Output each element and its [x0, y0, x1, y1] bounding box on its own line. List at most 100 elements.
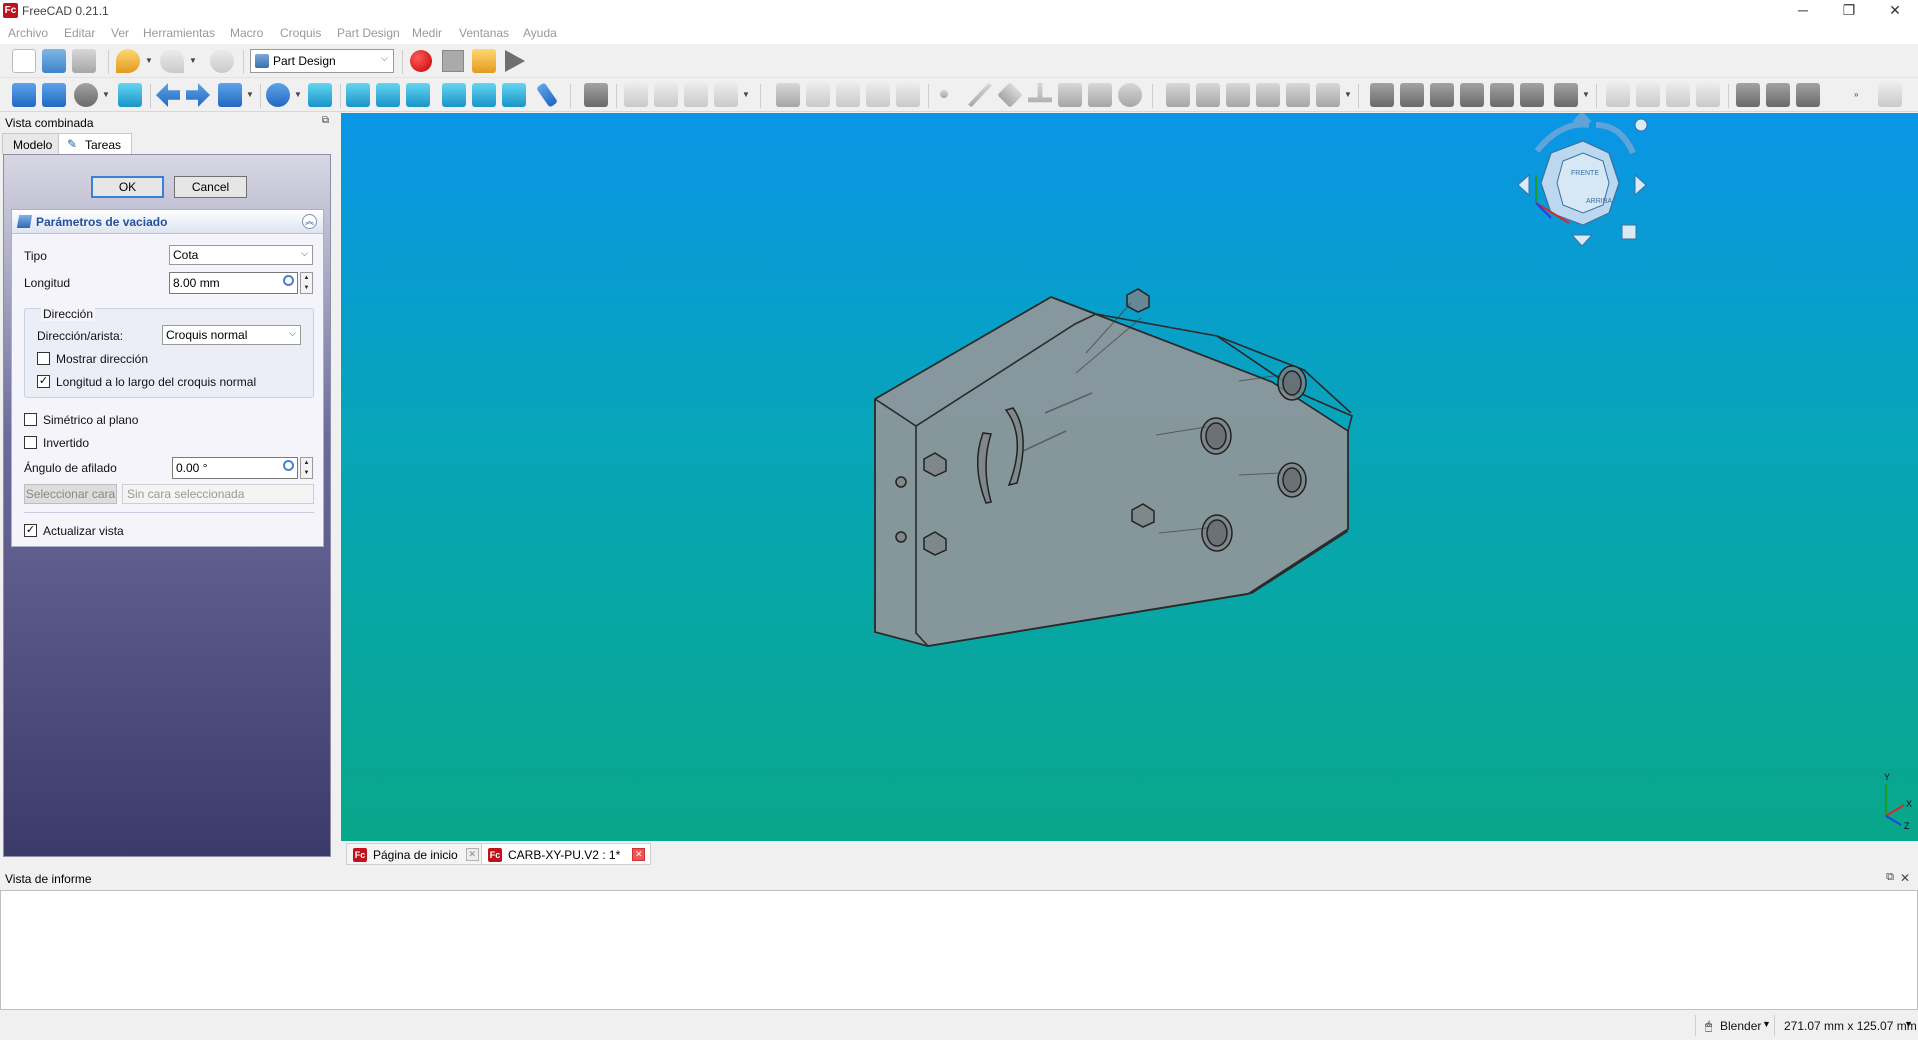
chevron-down-icon[interactable]: ▼ — [1904, 1019, 1913, 1029]
float-panel-icon[interactable]: ⧉ — [322, 115, 329, 126]
expression-gear-icon[interactable] — [283, 460, 294, 471]
ok-button[interactable]: OK — [91, 176, 164, 198]
collapse-icon[interactable]: ︽ — [302, 214, 317, 229]
undo-icon[interactable] — [116, 49, 140, 73]
multi-transform-icon[interactable] — [1696, 83, 1720, 107]
map-sketch-icon[interactable] — [866, 83, 890, 107]
revolution-icon[interactable] — [1196, 83, 1220, 107]
save-document-icon[interactable] — [72, 49, 96, 73]
menu-herramientas[interactable]: Herramientas — [143, 26, 215, 40]
groove-icon[interactable] — [1430, 83, 1454, 107]
close-tab-icon[interactable]: ✕ — [632, 848, 646, 861]
datum-point-icon[interactable] — [940, 90, 948, 98]
pad-icon[interactable] — [1166, 83, 1190, 107]
expression-gear-icon[interactable] — [283, 275, 294, 286]
whats-this-icon[interactable] — [584, 83, 608, 107]
shape-binder2-icon[interactable] — [1058, 83, 1082, 107]
back-arrow-icon[interactable] — [156, 83, 180, 107]
subtractive-primitive-icon[interactable] — [1554, 83, 1578, 107]
draft-icon[interactable] — [1796, 83, 1820, 107]
left-view-icon[interactable] — [502, 83, 526, 107]
subshape-binder2-icon[interactable] — [1088, 83, 1112, 107]
sketch-view-icon[interactable] — [896, 83, 920, 107]
menu-ayuda[interactable]: Ayuda — [523, 26, 557, 40]
additive-loft-icon[interactable] — [1226, 83, 1250, 107]
menu-part-design[interactable]: Part Design — [337, 26, 400, 40]
binder-dropdown-icon[interactable]: ▼ — [742, 83, 750, 107]
seleccionar-cara-button[interactable]: Seleccionar cara — [24, 484, 117, 504]
subtractive-helix-icon[interactable] — [1520, 83, 1544, 107]
redo-dropdown-icon[interactable]: ▼ — [189, 49, 197, 73]
front-view-icon[interactable] — [346, 83, 370, 107]
longitud-largo-checkbox[interactable]: ✓ — [37, 375, 50, 388]
undo-dropdown-icon[interactable]: ▼ — [145, 49, 153, 73]
clone-icon[interactable] — [776, 83, 800, 107]
zoom-dropdown-icon[interactable]: ▼ — [294, 83, 302, 107]
macro-record-icon[interactable] — [410, 50, 432, 72]
menu-croquis[interactable]: Croquis — [280, 26, 321, 40]
chevron-down-icon[interactable]: ▼ — [1762, 1019, 1771, 1029]
close-panel-icon[interactable]: ✕ — [1900, 871, 1910, 885]
mostrar-direccion-checkbox[interactable] — [37, 352, 50, 365]
subtractive-loft-icon[interactable] — [1460, 83, 1484, 107]
right-view-icon[interactable] — [406, 83, 430, 107]
invertido-checkbox[interactable] — [24, 436, 37, 449]
workbench-selector[interactable]: Part Design ⌵ — [250, 49, 394, 73]
dir-arista-select[interactable]: Croquis normal ⌵ — [162, 325, 301, 345]
create-sketch-icon[interactable] — [806, 83, 830, 107]
bottom-view-icon[interactable] — [472, 83, 496, 107]
pocket-icon[interactable] — [1370, 83, 1394, 107]
measure-icon[interactable] — [536, 82, 558, 108]
macro-stop-icon[interactable] — [442, 50, 464, 72]
datum-line-icon[interactable] — [968, 83, 992, 107]
local-cs-icon[interactable] — [1028, 83, 1052, 103]
longitud-input[interactable]: 8.00 mm — [169, 272, 298, 294]
sync-view-icon[interactable] — [218, 83, 242, 107]
subtractive-pipe-icon[interactable] — [1490, 83, 1514, 107]
menu-macro[interactable]: Macro — [230, 26, 263, 40]
top-view-icon[interactable] — [376, 83, 400, 107]
menu-medir[interactable]: Medir — [412, 26, 442, 40]
chamfer-icon[interactable] — [1766, 83, 1790, 107]
mirrored-icon[interactable] — [1606, 83, 1630, 107]
refresh-icon[interactable] — [210, 49, 234, 73]
tab-carb-document[interactable]: Fc CARB-XY-PU.V2 : 1* ✕ — [481, 843, 652, 865]
longitud-spin-buttons[interactable]: ▲ ▼ — [300, 272, 313, 294]
create-body-icon[interactable] — [624, 83, 648, 107]
close-tab-icon[interactable]: ✕ — [465, 848, 479, 861]
3d-viewport[interactable]: FRENTE ARRIBA Y X Z — [341, 113, 1918, 841]
hole-icon[interactable] — [1400, 83, 1424, 107]
macro-run-icon[interactable] — [505, 50, 525, 72]
fit-selection-icon[interactable] — [42, 83, 66, 107]
report-view-output[interactable] — [0, 890, 1918, 1010]
toolbar-overflow-icon[interactable]: » — [1854, 83, 1862, 107]
navigation-cube[interactable] — [1517, 113, 1648, 247]
actualizar-vista-checkbox[interactable]: ✓ — [24, 524, 37, 537]
additive-primitive-icon[interactable] — [1316, 83, 1340, 107]
part-container-icon[interactable] — [654, 83, 678, 107]
pocket-parameters-header[interactable]: Parámetros de vaciado ︽ — [12, 210, 323, 234]
tab-modelo[interactable]: Modelo — [2, 133, 64, 154]
angulo-spin-buttons[interactable]: ▲ ▼ — [300, 457, 313, 479]
zoom-icon[interactable] — [266, 83, 290, 107]
close-window-button[interactable]: ✕ — [1872, 0, 1918, 22]
polar-pattern-icon[interactable] — [1666, 83, 1690, 107]
linear-pattern-icon[interactable] — [1636, 83, 1660, 107]
datum-plane-icon[interactable] — [997, 82, 1023, 108]
additive-helix-icon[interactable] — [1286, 83, 1310, 107]
draw-style-dropdown-icon[interactable]: ▼ — [102, 83, 110, 107]
rear-view-icon[interactable] — [442, 83, 466, 107]
simetrico-checkbox[interactable] — [24, 413, 37, 426]
isometric-view-icon[interactable] — [308, 83, 332, 107]
menu-ver[interactable]: Ver — [111, 26, 129, 40]
minimize-button[interactable]: ─ — [1780, 0, 1826, 22]
sync-view-dropdown-icon[interactable]: ▼ — [246, 83, 254, 107]
menu-ventanas[interactable]: Ventanas — [459, 26, 509, 40]
bounding-box-icon[interactable] — [118, 83, 142, 107]
redo-icon[interactable] — [160, 49, 184, 73]
navigation-style[interactable]: Blender — [1720, 1019, 1761, 1033]
cancel-button[interactable]: Cancel — [174, 176, 247, 198]
subtractive-primitive-dropdown-icon[interactable]: ▼ — [1582, 83, 1590, 107]
validate-sketch-icon[interactable] — [836, 83, 860, 107]
tab-pagina-inicio[interactable]: Fc Página de inicio ✕ — [346, 843, 485, 865]
